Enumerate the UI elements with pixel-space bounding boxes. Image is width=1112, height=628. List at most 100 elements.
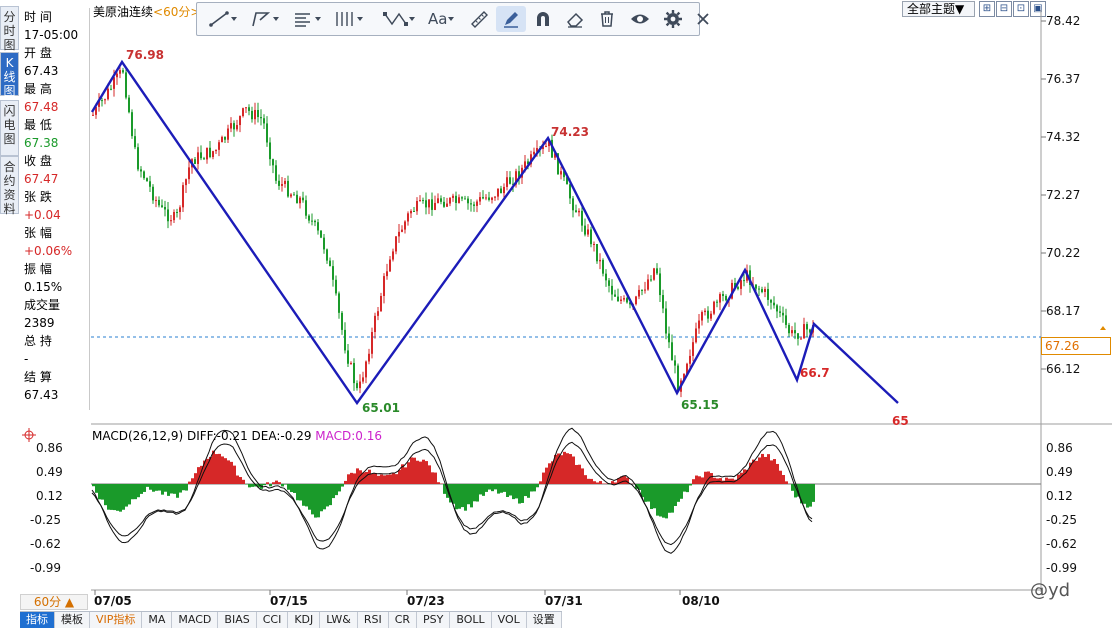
macd-bar xyxy=(137,484,140,498)
candle-body xyxy=(764,288,766,292)
candle-body xyxy=(698,320,700,329)
macd-bar xyxy=(248,484,251,488)
futures-chart-window: { "title": {"symbol": "美原油连续", "period":… xyxy=(0,0,1112,628)
macd-bar xyxy=(110,484,113,510)
macd-bar xyxy=(692,479,695,484)
macd-bar xyxy=(584,475,587,484)
tab-settings[interactable]: 设置 xyxy=(526,612,562,628)
candle-body xyxy=(362,377,364,382)
candle-body xyxy=(290,194,292,197)
zigzag-wave-line xyxy=(90,59,899,406)
candle-body xyxy=(422,200,424,202)
tab-cr[interactable]: CR xyxy=(388,612,418,628)
price-label: 66.12 xyxy=(1046,362,1081,376)
macd-legend: MACD(26,12,9) DIFF:-0.21 DEA:-0.29 MACD:… xyxy=(92,429,382,443)
candle-body xyxy=(650,279,652,281)
tab-macd[interactable]: MACD xyxy=(172,612,219,628)
tab-template[interactable]: 模板 xyxy=(55,612,90,628)
candle-body xyxy=(611,285,613,295)
macd-bar xyxy=(173,484,176,494)
candle-body xyxy=(713,301,715,314)
macd-bar xyxy=(686,484,689,493)
macd-bar xyxy=(563,451,566,484)
candle-body xyxy=(593,243,595,245)
candle-body xyxy=(470,203,472,205)
tab-indicator[interactable]: 指标 xyxy=(20,612,55,628)
candle-body xyxy=(368,353,370,362)
tab-boll[interactable]: BOLL xyxy=(450,612,492,628)
tab-rsi[interactable]: RSI xyxy=(357,612,389,628)
candle-body xyxy=(743,280,745,282)
macd-bar xyxy=(296,484,299,501)
candle-body xyxy=(311,220,313,222)
tab-vip-indicator[interactable]: VIP指标 xyxy=(90,612,143,628)
macd-bar xyxy=(425,461,428,484)
candle-body xyxy=(806,324,808,330)
candle-body xyxy=(761,289,763,292)
macd-bar xyxy=(596,482,599,484)
macd-bar xyxy=(476,484,479,502)
macd-bar xyxy=(776,463,779,484)
candle-body xyxy=(383,276,385,296)
tab-psy[interactable]: PSY xyxy=(417,612,451,628)
macd-diff-value: DIFF:-0.21 xyxy=(186,429,248,443)
candle-body xyxy=(212,151,214,158)
macd-bar xyxy=(227,460,230,484)
candle-body xyxy=(197,152,199,164)
macd-axis-label: 0.49 xyxy=(36,465,63,479)
candle-body xyxy=(620,299,622,302)
macd-bar xyxy=(542,472,545,484)
macd-bar xyxy=(560,455,563,484)
candle-body xyxy=(641,289,643,291)
tab-ma[interactable]: MA xyxy=(142,612,173,628)
tab-vol[interactable]: VOL xyxy=(491,612,527,628)
candle-body xyxy=(623,298,625,300)
tab-kdj[interactable]: KDJ xyxy=(288,612,321,628)
candle-body xyxy=(776,305,778,312)
macd-bar xyxy=(149,484,152,490)
macd-bar xyxy=(536,484,539,488)
macd-bar xyxy=(218,453,221,484)
candle-body xyxy=(482,197,484,199)
candle-body xyxy=(497,188,499,197)
macd-bar xyxy=(470,484,473,508)
macd-bar xyxy=(284,484,287,485)
candle-body xyxy=(374,315,376,333)
candle-body xyxy=(692,342,694,356)
macd-bar xyxy=(233,465,236,484)
candle-body xyxy=(665,308,667,334)
tab-bias[interactable]: BIAS xyxy=(218,612,257,628)
candle-body xyxy=(404,221,406,230)
candle-body xyxy=(662,295,664,309)
peak-label: 74.23 xyxy=(551,125,589,139)
price-label: 72.27 xyxy=(1046,188,1081,202)
macd-bar xyxy=(329,484,332,506)
candle-body xyxy=(344,329,346,351)
macd-bar xyxy=(713,477,716,484)
candle-body xyxy=(716,301,718,303)
tab-lwr[interactable]: LW& xyxy=(320,612,358,628)
macd-bar xyxy=(770,460,773,484)
candle-body xyxy=(284,180,286,185)
candle-body xyxy=(773,302,775,306)
candle-body xyxy=(704,310,706,313)
tab-cci[interactable]: CCI xyxy=(256,612,289,628)
macd-bar xyxy=(278,482,281,484)
candle-body xyxy=(452,195,454,198)
macd-bar xyxy=(398,469,401,484)
candle-body xyxy=(380,295,382,312)
candle-body xyxy=(410,210,412,214)
macd-bar xyxy=(806,484,809,508)
macd-bar xyxy=(158,484,161,491)
candle-body xyxy=(428,199,430,208)
macd-bar xyxy=(320,484,323,512)
candle-body xyxy=(425,200,427,208)
period-button[interactable]: 60分 ▲ xyxy=(20,594,88,610)
macd-bar xyxy=(809,484,812,507)
candle-body xyxy=(485,197,487,199)
candle-body xyxy=(587,229,589,235)
candle-body xyxy=(140,169,142,172)
candle-body xyxy=(605,273,607,281)
candle-body xyxy=(257,109,259,118)
macd-bar xyxy=(479,484,482,495)
